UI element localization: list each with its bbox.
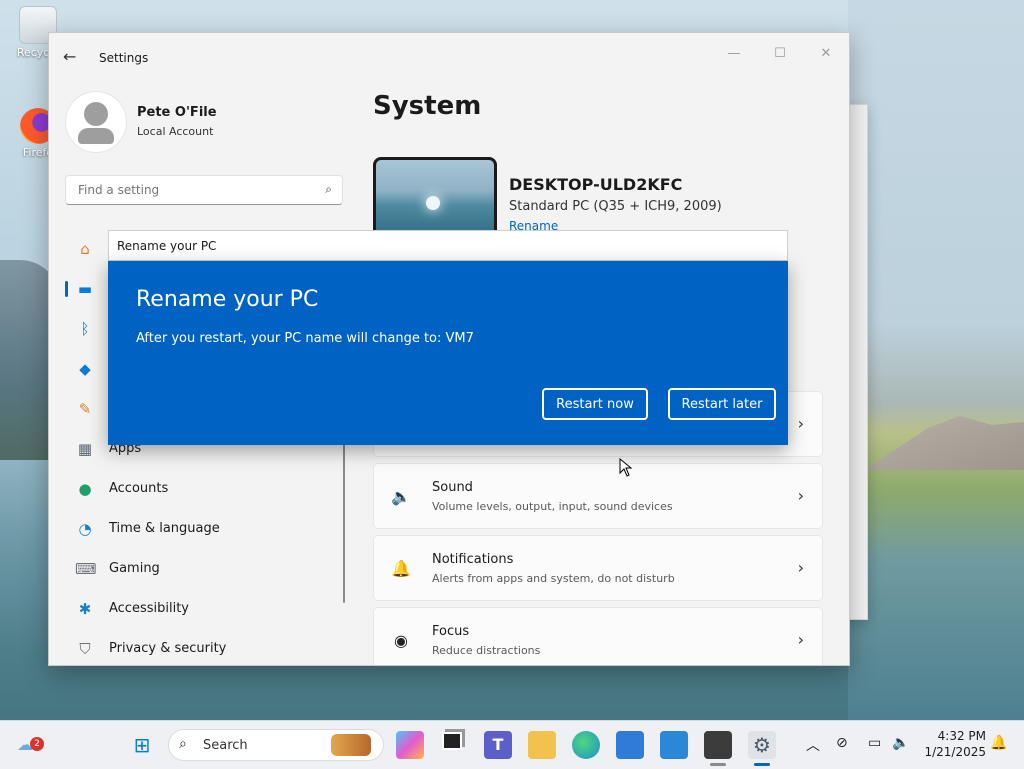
copilot-icon[interactable] — [396, 731, 424, 759]
rename-dialog-titlebar: Rename your PC — [108, 230, 788, 261]
find-setting-input[interactable] — [76, 182, 310, 198]
dialog-heading: Rename your PC — [136, 287, 319, 312]
profile-name: Pete O'File — [137, 105, 217, 120]
focus-icon: ◉ — [394, 631, 408, 650]
sidebar-item-label: Time & language — [109, 521, 220, 536]
search-icon: ⌕ — [325, 182, 332, 196]
chevron-right-icon: › — [797, 414, 804, 433]
card-subtitle: Reduce distractions — [432, 644, 541, 657]
sidebar-item-gaming[interactable]: ⌨ Gaming — [65, 549, 345, 589]
sidebar-item-label: Accounts — [109, 481, 169, 496]
start-button[interactable]: ⊞ — [128, 731, 156, 759]
maximize-button[interactable]: ☐ — [757, 39, 803, 69]
accessibility-icon: ✱ — [78, 600, 92, 618]
card-title: Focus — [432, 624, 470, 639]
settings-card-focus[interactable]: ◉ Focus Reduce distractions › — [373, 607, 823, 665]
home-icon: ⌂ — [80, 240, 90, 258]
display-icon[interactable]: ▭ — [868, 735, 881, 751]
chevron-right-icon: › — [797, 486, 804, 505]
taskbar-search[interactable]: ⌕ Search — [168, 729, 384, 761]
search-icon: ⌕ — [179, 736, 187, 752]
sidebar-item-accounts[interactable]: ● Accounts — [65, 469, 345, 509]
card-subtitle: Volume levels, output, input, sound devi… — [432, 500, 673, 513]
bell-icon: 🔔 — [391, 559, 411, 578]
rename-dialog: Rename your PC After you restart, your P… — [108, 261, 788, 445]
speaker-icon: 🔈 — [391, 487, 411, 506]
find-setting-box[interactable]: ⌕ — [65, 175, 343, 205]
device-name: DESKTOP-ULD2KFC — [509, 175, 683, 194]
sidebar-item-label: Accessibility — [109, 601, 189, 616]
device-model: Standard PC (Q35 + ICH9, 2009) — [509, 199, 722, 214]
settings-gear-icon[interactable]: ⚙ — [748, 731, 776, 759]
chevron-up-icon[interactable]: ︿ — [806, 735, 820, 755]
clock-time: 4:32 PM — [937, 729, 986, 743]
system-icon: ▬ — [77, 280, 93, 298]
close-button[interactable]: ✕ — [803, 39, 849, 69]
sidebar-item-accessibility[interactable]: ✱ Accessibility — [65, 589, 345, 629]
active-app-indicator — [754, 763, 770, 766]
chevron-right-icon: › — [797, 630, 804, 649]
clock-date: 1/21/2025 — [924, 745, 986, 759]
notepad-icon[interactable] — [660, 731, 688, 759]
search-highlight-icon — [331, 734, 371, 756]
desktop-wallpaper-right — [848, 0, 1024, 720]
sidebar-item-label: Gaming — [109, 561, 160, 576]
dialog-message: After you restart, your PC name will cha… — [136, 331, 474, 346]
weather-badge: 2 — [30, 737, 44, 751]
gamepad-icon: ⌨ — [75, 560, 97, 578]
system-clock[interactable]: 4:32 PM 1/21/2025 — [922, 728, 986, 760]
settings-card-sound[interactable]: 🔈 Sound Volume levels, output, input, so… — [373, 463, 823, 529]
edge-icon[interactable] — [572, 731, 600, 759]
page-title: System — [373, 91, 482, 121]
apps-icon: ▦ — [77, 440, 93, 458]
wallpaper-mountain — [864, 416, 1024, 470]
task-view-icon[interactable] — [438, 731, 466, 759]
terminal-icon[interactable] — [704, 731, 732, 759]
card-subtitle: Alerts from apps and system, do not dist… — [432, 572, 675, 585]
windows-logo-icon: ⊞ — [133, 733, 151, 757]
card-title: Sound — [432, 480, 473, 495]
globe-clock-icon: ◔ — [78, 520, 92, 538]
notification-bell-icon[interactable]: 🔔 — [990, 735, 1007, 751]
weather-widget[interactable]: ☁ 2 — [8, 731, 44, 759]
sidebar-item-privacy-security[interactable]: ⛉ Privacy & security — [65, 629, 345, 665]
settings-card-notifications[interactable]: 🔔 Notifications Alerts from apps and sys… — [373, 535, 823, 601]
minimize-button[interactable]: — — [711, 39, 757, 69]
volume-icon[interactable]: 🔈 — [892, 735, 909, 751]
store-icon[interactable] — [616, 731, 644, 759]
restart-now-button[interactable]: Restart now — [542, 388, 648, 420]
back-arrow-icon[interactable]: ← — [63, 47, 76, 66]
window-title: Settings — [99, 51, 149, 65]
brush-icon: ✎ — [78, 400, 92, 418]
accounts-icon: ● — [78, 480, 92, 498]
sidebar-item-label: Privacy & security — [109, 641, 227, 656]
wifi-icon: ◆ — [79, 360, 91, 378]
teams-icon[interactable]: T — [484, 731, 512, 759]
running-indicator — [710, 763, 726, 766]
title-bar: ← Settings — ☐ ✕ — [49, 33, 849, 81]
avatar — [65, 91, 127, 153]
card-title: Notifications — [432, 552, 514, 567]
file-explorer-icon[interactable] — [528, 731, 556, 759]
sidebar-item-time-language[interactable]: ◔ Time & language — [65, 509, 345, 549]
user-profile[interactable]: Pete O'File Local Account — [65, 91, 365, 155]
restart-later-button[interactable]: Restart later — [668, 388, 776, 420]
rename-dialog-window-title: Rename your PC — [117, 239, 217, 253]
profile-account-type: Local Account — [137, 125, 214, 138]
taskbar-search-label: Search — [203, 738, 248, 753]
bluetooth-icon: ᛒ — [80, 320, 90, 338]
device-thumbnail — [373, 157, 497, 236]
network-disconnected-icon[interactable]: ⊘ — [836, 735, 848, 751]
taskbar: ☁ 2 ⊞ ⌕ Search T ⚙ ︿ ⊘ ▭ 🔈 4:32 PM 1/21/… — [0, 720, 1024, 769]
shield-icon: ⛉ — [79, 640, 91, 658]
chevron-right-icon: › — [797, 558, 804, 577]
sidebar-scrollbar[interactable] — [343, 443, 345, 603]
